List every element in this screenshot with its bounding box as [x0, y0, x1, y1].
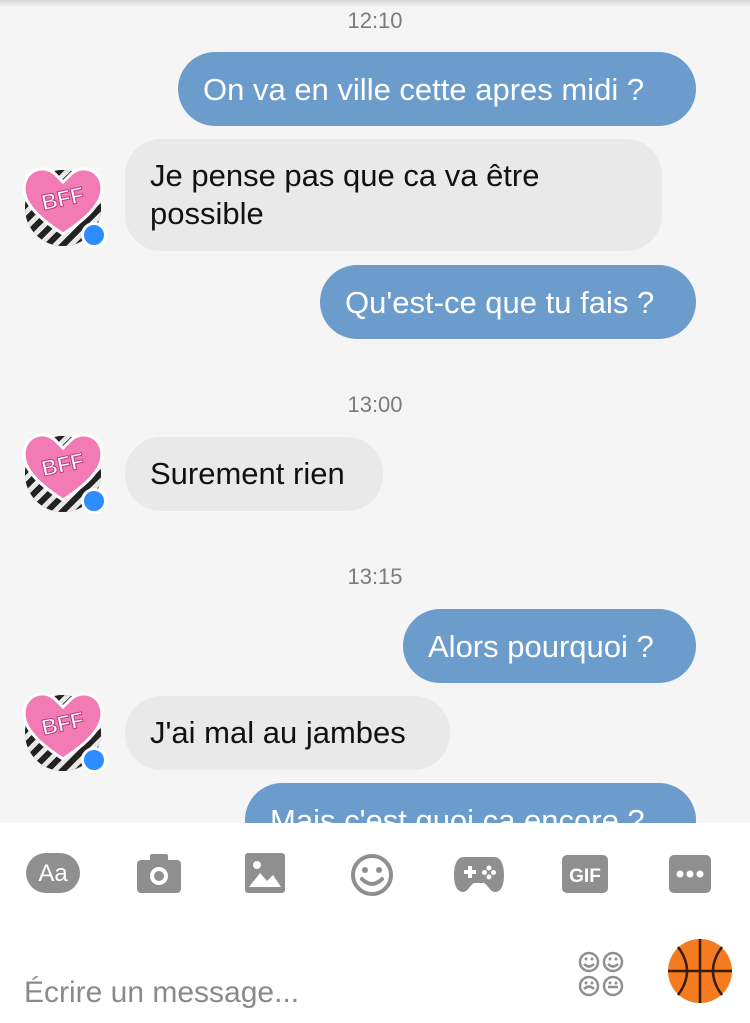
contact-avatar[interactable]: BFF	[22, 433, 107, 514]
image-icon	[245, 853, 285, 893]
camera-icon	[137, 854, 181, 893]
composer-toolbar: Aa GIF	[0, 823, 750, 923]
games-button[interactable]	[454, 855, 504, 893]
gif-button[interactable]: GIF	[562, 855, 608, 893]
composer: Aa GIF Écrire un message...	[0, 823, 750, 1023]
gallery-button[interactable]	[245, 853, 285, 893]
svg-text:GIF: GIF	[569, 866, 601, 887]
text-format-icon: Aa	[26, 853, 80, 893]
message-incoming[interactable]: Surement rien	[125, 437, 383, 511]
messenger-badge-icon	[81, 747, 107, 773]
message-outgoing[interactable]: On va en ville cette apres midi ?	[178, 52, 696, 126]
more-icon	[669, 855, 711, 893]
message-input[interactable]	[24, 965, 544, 1021]
conversation-view[interactable]: 12:10 On va en ville cette apres midi ? …	[0, 0, 750, 823]
basketball-icon	[668, 939, 732, 1003]
camera-button[interactable]	[137, 853, 181, 893]
smiley-icon	[351, 854, 393, 896]
text-format-button[interactable]: Aa	[26, 853, 80, 893]
timestamp: 13:15	[347, 564, 403, 589]
contact-avatar[interactable]: BFF	[22, 692, 107, 773]
message-outgoing[interactable]: Qu'est-ce que tu fais ?	[320, 265, 696, 339]
more-button[interactable]	[669, 855, 711, 893]
svg-text:Aa: Aa	[38, 860, 68, 887]
basketball-button[interactable]	[666, 937, 734, 1005]
timestamp: 13:00	[347, 392, 403, 417]
message-incoming[interactable]: J'ai mal au jambes	[125, 696, 450, 770]
messenger-badge-icon	[81, 222, 107, 248]
message-outgoing[interactable]: Mais c'est quoi ca encore ?	[245, 783, 696, 823]
contact-avatar[interactable]: BFF	[22, 167, 107, 248]
gif-icon: GIF	[562, 855, 608, 893]
emoji-button[interactable]	[350, 853, 394, 897]
gamepad-icon	[454, 857, 504, 892]
message-outgoing[interactable]: Alors pourquoi ?	[403, 609, 696, 683]
input-row	[0, 939, 750, 1023]
emoji-picker-button[interactable]	[578, 951, 624, 997]
emoji-grid-icon	[578, 951, 624, 997]
message-incoming[interactable]: Je pense pas que ca va être possible	[125, 139, 662, 251]
timestamp: 12:10	[347, 8, 403, 33]
messenger-badge-icon	[81, 488, 107, 514]
